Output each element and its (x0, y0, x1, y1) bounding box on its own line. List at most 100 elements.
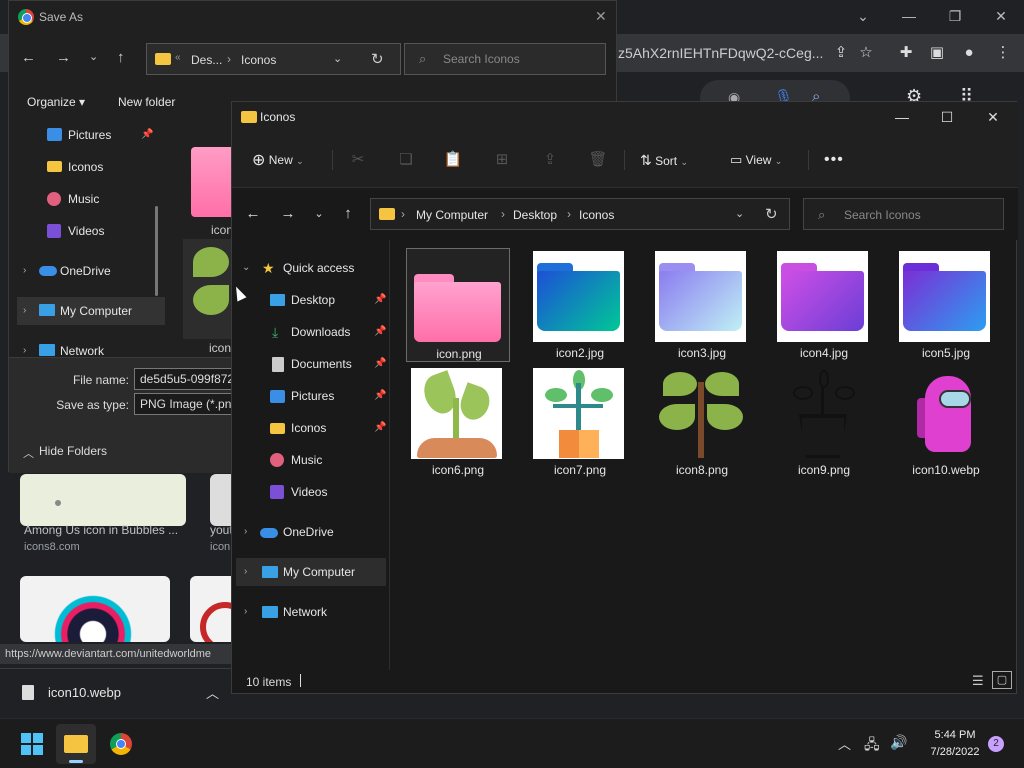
maximize-button[interactable]: ☐ (927, 106, 967, 128)
sort-button[interactable]: ⇅ Sort ⌄ (640, 148, 688, 172)
file-item[interactable]: icon7.png (528, 365, 632, 479)
sidebar-label: Music (68, 192, 100, 206)
result-thumbnail[interactable] (20, 474, 186, 526)
cut-icon[interactable]: ✂ (347, 150, 369, 170)
bookmark-star-icon[interactable]: ☆ (855, 42, 877, 64)
network-tray-icon[interactable]: 🖧 (864, 734, 880, 758)
profile-icon[interactable]: ● (958, 42, 980, 64)
volume-icon[interactable]: 🔊 (890, 734, 907, 751)
browser-restore-button[interactable]: ❐ (940, 6, 970, 26)
download-filename[interactable]: icon10.webp (48, 685, 121, 700)
file-item[interactable]: icon5.jpg (894, 248, 998, 362)
chevron-right-icon[interactable]: › (244, 598, 247, 626)
pictures-icon (270, 390, 285, 403)
file-item[interactable]: icon6.png (406, 365, 510, 479)
address-bar-url[interactable]: z5AhX2rnIEHTnFDqwQ2-cCeg... (618, 45, 823, 61)
chevron-down-icon[interactable]: ⌄ (735, 207, 744, 220)
details-view-icon[interactable]: ☰ (972, 673, 984, 689)
chevron-right-icon[interactable]: › (244, 558, 247, 586)
copy-icon[interactable]: ❏ (395, 150, 417, 170)
share-icon[interactable]: ⇪ (830, 42, 852, 64)
close-icon[interactable]: ✕ (595, 8, 607, 25)
browser-minimize-button[interactable]: — (894, 6, 924, 26)
result-title[interactable]: Among Us icon in Bubbles ... (24, 523, 178, 537)
sidebar-item-pictures[interactable]: Pictures 📌 (23, 121, 163, 149)
browser-close-button[interactable]: ✕ (986, 6, 1016, 26)
result-thumbnail[interactable] (190, 576, 236, 642)
chevron-up-icon[interactable]: ︿ (23, 445, 34, 461)
sidebar-item-onedrive[interactable]: › OneDrive (23, 257, 163, 285)
start-button[interactable] (21, 733, 43, 755)
more-options-icon[interactable]: ••• (824, 148, 844, 172)
chrome-taskbar-button[interactable] (110, 733, 132, 755)
file-item[interactable]: icon.png (406, 248, 510, 362)
forward-arrow-icon[interactable]: → (277, 204, 299, 224)
back-arrow-icon[interactable]: ← (21, 49, 36, 66)
sidebar-item-my-computer[interactable]: › My Computer (236, 558, 386, 586)
minimize-button[interactable]: — (882, 106, 922, 128)
file-item[interactable]: icon3.jpg (650, 248, 754, 362)
side-panel-icon[interactable]: ▣ (926, 42, 948, 64)
paste-icon[interactable]: 📋 (442, 150, 464, 170)
save-as-type-select[interactable]: PNG Image (*.png (134, 393, 234, 415)
chevron-down-icon[interactable]: ⌄ (89, 50, 98, 63)
file-item[interactable]: icon4.jpg (772, 248, 876, 362)
result-thumbnail[interactable] (20, 576, 170, 642)
file-label[interactable]: icon (209, 341, 231, 355)
sidebar-item-videos[interactable]: Videos (23, 217, 163, 245)
recent-locations-chevron-icon[interactable]: ⌄ (308, 204, 330, 224)
refresh-icon[interactable]: ↻ (371, 50, 384, 68)
breadcrumb-iconos[interactable]: Iconos (241, 53, 276, 67)
chevron-down-icon[interactable]: ⌄ (242, 254, 250, 282)
up-arrow-icon[interactable]: ↑ (117, 49, 125, 66)
file-item[interactable]: icon9.png (772, 365, 876, 479)
back-arrow-icon[interactable]: ← (242, 204, 264, 224)
file-item[interactable]: icon2.jpg (528, 248, 632, 362)
extensions-icon[interactable]: ✚ (895, 42, 917, 64)
organize-button[interactable]: Organize ▾ (27, 95, 85, 109)
new-button[interactable]: ⊕ New ⌄ (252, 148, 304, 172)
clock-time[interactable]: 5:44 PM (920, 729, 990, 741)
sidebar-item-iconos[interactable]: Iconos (23, 153, 163, 181)
view-button[interactable]: ▭ View ⌄ (730, 148, 782, 172)
breadcrumb-desktop[interactable]: Des... (191, 53, 222, 67)
forward-arrow-icon[interactable]: → (56, 49, 71, 66)
notification-badge[interactable]: 2 (988, 736, 1004, 752)
up-arrow-icon[interactable]: ↑ (337, 204, 359, 224)
chevron-up-icon[interactable]: ︿ (206, 683, 219, 702)
sidebar-item-music[interactable]: Music (23, 185, 163, 213)
hide-folders-button[interactable]: Hide Folders (39, 444, 107, 458)
save-as-search-input[interactable]: Search Iconos (404, 43, 606, 75)
chevron-down-icon[interactable]: ⌄ (333, 52, 342, 65)
file-name: icon6.png (431, 463, 485, 477)
sidebar-scrollbar[interactable] (155, 206, 158, 296)
overflow-chevron-icon[interactable]: « (175, 52, 181, 63)
delete-icon[interactable]: 🗑 (587, 150, 609, 170)
breadcrumb-desktop[interactable]: Desktop (513, 208, 557, 222)
file-item[interactable]: icon10.webp (894, 365, 998, 479)
file-item[interactable]: icon8.png (650, 365, 754, 479)
breadcrumb-my-computer[interactable]: My Computer (416, 208, 488, 222)
browser-menu-icon[interactable]: ⋮ (992, 42, 1014, 64)
new-folder-button[interactable]: New folder (118, 95, 175, 109)
chevron-right-icon[interactable]: › (23, 257, 26, 285)
explorer-search-input[interactable]: Search Iconos (803, 198, 1004, 230)
show-hidden-icons-chevron-icon[interactable]: ︿ (838, 734, 851, 753)
file-explorer-window: Iconos — ☐ ✕ ⊕ New ⌄ ✂ ❏ 📋 ⊞ ⇪ 🗑 ⇅ Sort … (231, 101, 1018, 694)
rename-icon[interactable]: ⊞ (491, 150, 513, 170)
chevron-right-icon[interactable]: › (244, 518, 247, 546)
explorer-address-bar[interactable]: › My Computer › Desktop › Iconos ⌄ ↻ (370, 198, 790, 230)
save-as-address-bar[interactable]: « Des... › Iconos ⌄ ↻ (146, 43, 401, 75)
chevron-right-icon[interactable]: › (23, 297, 26, 325)
share-icon[interactable]: ⇪ (539, 150, 561, 170)
file-label[interactable]: icon (211, 223, 233, 237)
sidebar-item-my-computer[interactable]: › My Computer (17, 297, 165, 325)
file-name-input[interactable]: de5d5u5-099f872 (134, 368, 234, 390)
large-icons-view-icon[interactable]: ▢ (992, 671, 1012, 689)
tab-search-icon[interactable]: ⌄ (848, 6, 878, 26)
refresh-icon[interactable]: ↻ (765, 205, 778, 223)
file-explorer-taskbar-button[interactable] (56, 724, 96, 764)
close-button[interactable]: ✕ (973, 106, 1013, 128)
clock-date[interactable]: 7/28/2022 (920, 746, 990, 758)
breadcrumb-iconos[interactable]: Iconos (579, 208, 614, 222)
